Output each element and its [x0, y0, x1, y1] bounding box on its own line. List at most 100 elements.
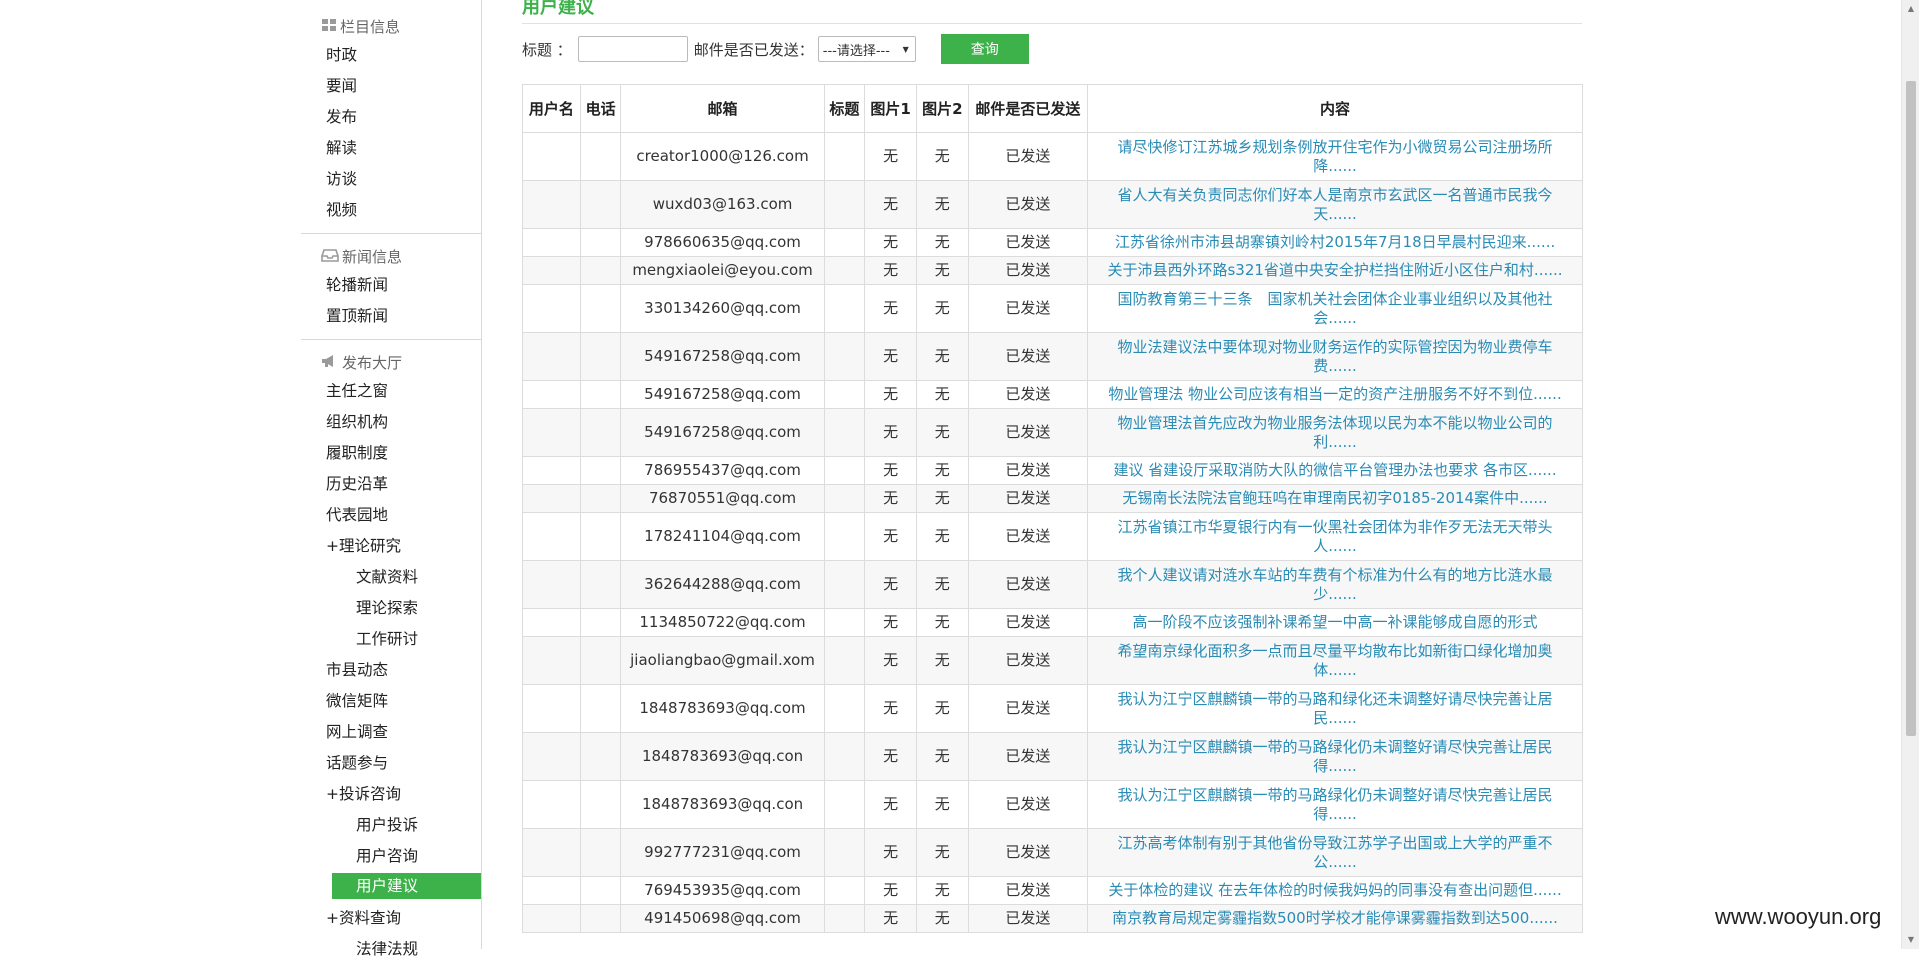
cell-title [823, 256, 866, 285]
title-search-input[interactable] [577, 36, 688, 62]
cell-content[interactable]: 物业管理法 物业公司应该有相当一定的资产注册服务不好不到位...... [1087, 380, 1583, 409]
cell-username [522, 904, 581, 933]
cell-email: 1848783693@qq.con [620, 732, 825, 781]
sidebar-item-theory-explore[interactable]: 理论探索 [356, 596, 418, 618]
sidebar-item-work-seminar[interactable]: 工作研讨 [356, 627, 418, 649]
cell-content[interactable]: 请尽快修订江苏城乡规划条例放开住宅作为小微贸易公司注册场所降...... [1087, 132, 1583, 181]
cell-username [522, 780, 581, 829]
cell-content[interactable]: 江苏省镇江市华夏银行内有一伙黑社会团体为非作歹无法无天带头人...... [1087, 512, 1583, 561]
cell-title [823, 284, 866, 333]
section-header-release-hall: 发布大厅 [321, 352, 402, 373]
sidebar-item-user-suggestions[interactable]: 用户建议 [332, 873, 481, 899]
cell-content[interactable]: 建议 省建设厅采取消防大队的微信平台管理办法也要求 各市区...... [1087, 456, 1583, 485]
sidebar-item-literature[interactable]: 文献资料 [356, 565, 418, 587]
sidebar-item-interpretation[interactable]: 解读 [326, 136, 357, 158]
cell-username [522, 256, 581, 285]
cell-content[interactable]: 关于沛县西外环路s321省道中央安全护栏挡住附近小区住户和村...... [1087, 256, 1583, 285]
table-row: 178241104@qq.com 无无已发送 江苏省镇江市华夏银行内有一伙黑社会团体… [522, 512, 1583, 561]
sidebar: 栏目信息 时政 要闻 发布 解读 访谈 视频 新闻信息 轮播新闻 置顶新闻 发布… [301, 0, 482, 958]
sidebar-item-carousel-news[interactable]: 轮播新闻 [326, 273, 388, 295]
scroll-down-icon[interactable]: ▼ [1902, 931, 1919, 949]
cell-image1: 无 [864, 512, 917, 561]
cell-content[interactable]: 高一阶段不应该强制补课希望一中高一补课能够成自愿的形式 [1087, 608, 1583, 637]
cell-content[interactable]: 关于体检的建议 在去年体检的时候我妈妈的同事没有查出问题但...... [1087, 876, 1583, 905]
sidebar-item-interview[interactable]: 访谈 [326, 167, 357, 189]
cell-image2: 无 [915, 608, 969, 637]
cell-content[interactable]: 国防教育第三十三条 国家机关社会团体企业事业组织以及其他社会...... [1087, 284, 1583, 333]
sidebar-item-history[interactable]: 历史沿革 [326, 472, 388, 494]
table-row: 1848783693@qq.con 无无已发送 我认为江宁区麒麟镇一带的马路绿化仍未… [522, 732, 1583, 781]
cell-username [522, 876, 581, 905]
sidebar-item-theory-research[interactable]: +理论研究 [326, 534, 401, 556]
sidebar-item-topic-participation[interactable]: 话题参与 [326, 751, 388, 773]
sent-status-select[interactable]: ---请选择--- ▼ [817, 36, 916, 62]
cell-phone [579, 180, 622, 229]
table-row: 76870551@qq.com 无无已发送 无锡南长法院法官鲍珏呜在审理南民初字01… [522, 484, 1583, 513]
cell-content[interactable]: 南京教育局规定雾霾指数500时学校才能停课雾霾指数到达500...... [1087, 904, 1583, 933]
table-body: creator1000@126.com 无无已发送 请尽快修订江苏城乡规划条例放开住… [522, 132, 1583, 933]
cell-sent: 已发送 [967, 608, 1089, 637]
cell-content[interactable]: 物业管理法首先应改为物业服务法体现以民为本不能以物业公司的利...... [1087, 408, 1583, 457]
sidebar-item-video[interactable]: 视频 [326, 198, 357, 220]
cell-phone [579, 132, 622, 181]
sidebar-item-director-window[interactable]: 主任之窗 [326, 379, 388, 401]
cell-content[interactable]: 我认为江宁区麒麟镇一带的马路绿化仍未调整好请尽快完善让居民得...... [1087, 780, 1583, 829]
table-header-row: 用户名 电话 邮箱 标题 图片1 图片2 邮件是否已发送 内容 [522, 84, 1583, 133]
cell-phone [579, 560, 622, 609]
table-row: jiaoliangbao@gmail.xom 无无已发送 希望南京绿化面积多一点而且… [522, 636, 1583, 685]
sidebar-item-representative-garden[interactable]: 代表园地 [326, 503, 388, 525]
col-header-image2: 图片2 [915, 84, 969, 133]
cell-username [522, 560, 581, 609]
sidebar-item-news[interactable]: 要闻 [326, 74, 357, 96]
cell-email: 178241104@qq.com [620, 512, 825, 561]
cell-content[interactable]: 江苏高考体制有别于其他省份导致江苏学子出国或上大学的严重不公...... [1087, 828, 1583, 877]
sidebar-item-politics[interactable]: 时政 [326, 43, 357, 65]
sidebar-item-pinned-news[interactable]: 置顶新闻 [326, 304, 388, 326]
cell-username [522, 636, 581, 685]
cell-email: wuxd03@163.com [620, 180, 825, 229]
cell-email: 1848783693@qq.con [620, 780, 825, 829]
cell-username [522, 380, 581, 409]
cell-content[interactable]: 我认为江宁区麒麟镇一带的马路绿化仍未调整好请尽快完善让居民得...... [1087, 732, 1583, 781]
cell-content[interactable]: 希望南京绿化面积多一点而且尽量平均散布比如新街口绿化增加奥体...... [1087, 636, 1583, 685]
sidebar-item-data-query[interactable]: +资料查询 [326, 906, 401, 928]
vertical-scrollbar[interactable]: ▲ ▼ [1901, 0, 1919, 949]
sidebar-item-duty-system[interactable]: 履职制度 [326, 441, 388, 463]
sidebar-item-complaints[interactable]: +投诉咨询 [326, 782, 401, 804]
cell-phone [579, 228, 622, 257]
divider [301, 339, 481, 340]
sidebar-item-city-county-news[interactable]: 市县动态 [326, 658, 388, 680]
cell-content[interactable]: 省人大有关负责同志你们好本人是南京市玄武区一名普通市民我今天...... [1087, 180, 1583, 229]
sidebar-item-organization[interactable]: 组织机构 [326, 410, 388, 432]
scroll-thumb[interactable] [1906, 81, 1916, 736]
cell-title [823, 560, 866, 609]
sidebar-item-wechat-matrix[interactable]: 微信矩阵 [326, 689, 388, 711]
cell-content[interactable]: 江苏省徐州市沛县胡寨镇刘岭村2015年7月18日早晨村民迎来...... [1087, 228, 1583, 257]
sidebar-item-release[interactable]: 发布 [326, 105, 357, 127]
cell-email: 1848783693@qq.com [620, 684, 825, 733]
cell-email: 549167258@qq.com [620, 408, 825, 457]
sidebar-item-laws[interactable]: 法律法规 [356, 937, 418, 959]
sidebar-item-online-survey[interactable]: 网上调查 [326, 720, 388, 742]
cell-phone [579, 608, 622, 637]
col-header-sent: 邮件是否已发送 [967, 84, 1089, 133]
scroll-up-icon[interactable]: ▲ [1902, 0, 1919, 18]
cell-username [522, 456, 581, 485]
cell-username [522, 732, 581, 781]
query-button[interactable]: 查询 [940, 34, 1029, 64]
cell-content[interactable]: 无锡南长法院法官鲍珏呜在审理南民初字0185-2014案件中...... [1087, 484, 1583, 513]
cell-content[interactable]: 我认为江宁区麒麟镇一带的马路和绿化还未调整好请尽快完善让居民...... [1087, 684, 1583, 733]
cell-email: 786955437@qq.com [620, 456, 825, 485]
sent-filter-label: 邮件是否已发送： [693, 40, 814, 59]
cell-content[interactable]: 物业法建议法中要体现对物业财务运作的实际管控因为物业费停车费...... [1087, 332, 1583, 381]
cell-content[interactable]: 我个人建议请对涟水车站的车费有个标准为什么有的地方比涟水最少...... [1087, 560, 1583, 609]
cell-sent: 已发送 [967, 132, 1089, 181]
cell-email: jiaoliangbao@gmail.xom [620, 636, 825, 685]
sidebar-item-user-consult[interactable]: 用户咨询 [356, 844, 418, 866]
cell-title [823, 732, 866, 781]
cell-image2: 无 [915, 904, 969, 933]
sidebar-item-user-complaints[interactable]: 用户投诉 [356, 813, 418, 835]
cell-sent: 已发送 [967, 560, 1089, 609]
cell-image1: 无 [864, 408, 917, 457]
cell-email: 362644288@qq.com [620, 560, 825, 609]
